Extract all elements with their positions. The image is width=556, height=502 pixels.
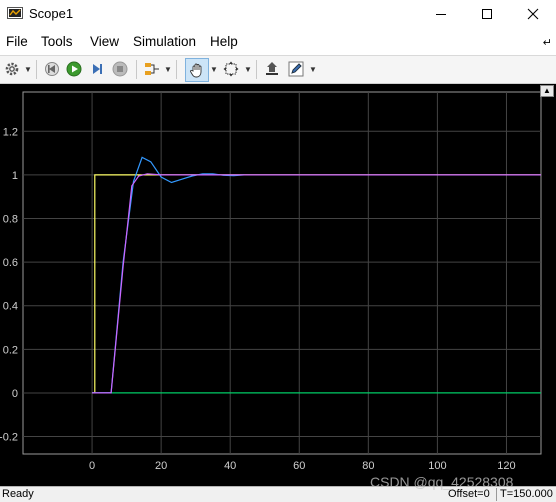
signal-selector-icon[interactable] xyxy=(142,59,162,79)
gear-dropdown-icon[interactable]: ▼ xyxy=(24,65,32,74)
signal-dropdown-icon[interactable]: ▼ xyxy=(164,65,172,74)
zoom-fit-icon[interactable] xyxy=(221,59,241,79)
matlab-scope-icon xyxy=(7,5,23,21)
scope-plot[interactable]: 0 20 40 60 80 100 120 -0.2 0 0.2 0.4 0.6 0.8 1 1.2 xyxy=(0,84,556,486)
scope-display[interactable]: 0 20 40 60 80 100 120 -0.2 0 0.2 0.4 0.6 0.8 1 1.2 ▲ xyxy=(0,84,556,486)
x-tick-label: 40 xyxy=(224,460,236,472)
y-tick-label: 1.2 xyxy=(3,126,18,138)
y-tick-label: 0.6 xyxy=(3,257,18,269)
step-forward-icon[interactable] xyxy=(87,59,107,79)
gear-icon[interactable] xyxy=(2,59,22,79)
y-tick-label: 0.2 xyxy=(3,344,18,356)
menu-tools[interactable]: Tools xyxy=(41,34,73,49)
undock-arrow-icon[interactable]: ↵ xyxy=(543,36,552,49)
x-tick-label: 100 xyxy=(428,460,446,472)
toolbar: ▼ ▼ ▼ ▼ ▼ xyxy=(0,56,556,84)
pan-hand-icon[interactable] xyxy=(185,58,209,82)
x-tick-label: 60 xyxy=(293,460,305,472)
toolbar-separator xyxy=(176,60,177,79)
y-tick-label: 1 xyxy=(12,170,18,182)
watermark: CSDN @qq_42528308 xyxy=(370,474,514,490)
menu-bar: File Tools View Simulation Help ↵ xyxy=(0,28,556,56)
window-title: Scope1 xyxy=(29,6,74,21)
stop-icon[interactable] xyxy=(110,59,130,79)
run-icon[interactable] xyxy=(64,59,84,79)
x-tick-label: 0 xyxy=(89,460,95,472)
plot-frame xyxy=(22,91,542,455)
style-dropdown-icon[interactable]: ▼ xyxy=(309,65,317,74)
maximize-button[interactable] xyxy=(464,0,510,28)
close-button[interactable] xyxy=(510,0,556,28)
x-tick-label: 80 xyxy=(362,460,374,472)
minimize-button[interactable] xyxy=(418,0,464,28)
y-tick-label: 0.8 xyxy=(3,213,18,225)
x-tick-label: 120 xyxy=(497,460,515,472)
title-bar: Scope1 xyxy=(0,0,556,28)
toolbar-separator xyxy=(256,60,257,79)
pan-dropdown-icon[interactable]: ▼ xyxy=(210,65,218,74)
toolbar-separator xyxy=(36,60,37,79)
toolbar-separator xyxy=(136,60,137,79)
menu-file[interactable]: File xyxy=(6,34,28,49)
highlight-icon[interactable] xyxy=(262,59,282,79)
y-tick-label: -0.2 xyxy=(0,432,18,444)
menu-simulation[interactable]: Simulation xyxy=(133,34,196,49)
status-ready: Ready xyxy=(2,488,34,500)
y-tick-label: 0 xyxy=(12,388,18,400)
menu-help[interactable]: Help xyxy=(210,34,238,49)
expand-axes-icon[interactable]: ▲ xyxy=(540,85,554,97)
style-pen-icon[interactable] xyxy=(286,59,306,79)
menu-view[interactable]: View xyxy=(90,34,119,49)
y-tick-label: 0.4 xyxy=(3,301,18,313)
zoom-dropdown-icon[interactable]: ▼ xyxy=(244,65,252,74)
step-back-icon[interactable] xyxy=(42,59,62,79)
x-tick-label: 20 xyxy=(155,460,167,472)
